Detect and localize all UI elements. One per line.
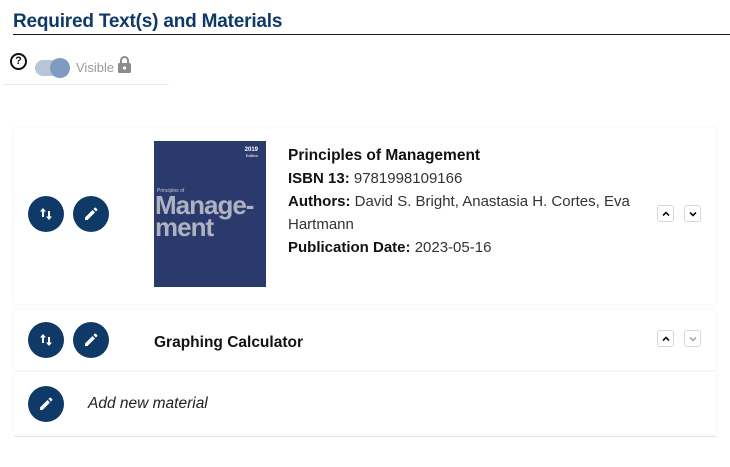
cover-title-line2: ment [155, 212, 214, 242]
move-up-button[interactable] [657, 330, 674, 347]
visible-label: Visible [76, 60, 115, 75]
reorder-button[interactable] [28, 196, 64, 232]
reorder-button[interactable] [28, 322, 64, 358]
bottom-divider [14, 436, 716, 437]
chevron-down-icon [688, 336, 697, 342]
title-divider [13, 34, 730, 35]
swap-vertical-icon [40, 334, 52, 346]
cover-edition: Edition [245, 153, 258, 158]
isbn-value: 9781998109166 [353, 170, 463, 187]
chevron-down-icon [688, 211, 697, 217]
edit-button[interactable] [73, 196, 109, 232]
pencil-icon [85, 333, 98, 346]
chevron-up-icon [661, 210, 670, 216]
move-up-button[interactable] [657, 205, 674, 222]
swap-vertical-icon [40, 208, 52, 220]
book-details: Principles of Management ISBN 13: 978199… [288, 144, 633, 259]
pubdate-label: Publication Date: [288, 239, 411, 256]
add-material-button[interactable] [28, 386, 64, 422]
book-title: Principles of Management [288, 147, 481, 164]
isbn-row: ISBN 13: 9781998109166 [288, 167, 633, 190]
chevron-up-icon [661, 335, 670, 341]
book-cover-image: 2019 Edition Principles of Manage- ment [154, 141, 266, 287]
add-material-label[interactable]: Add new material [88, 395, 208, 413]
isbn-label: ISBN 13: [288, 170, 350, 187]
lock-icon [118, 56, 131, 73]
material-title: Graphing Calculator [154, 334, 303, 351]
authors-row: Authors: David S. Bright, Anastasia H. C… [288, 190, 633, 236]
pencil-icon [85, 207, 98, 220]
authors-label: Authors: [288, 193, 351, 210]
move-down-button[interactable] [684, 205, 701, 222]
visible-toggle[interactable] [35, 58, 70, 78]
pencil-icon [40, 397, 53, 410]
pubdate-value: 2023-05-16 [414, 239, 492, 256]
toggle-knob [50, 58, 70, 78]
help-icon[interactable]: ? [10, 53, 27, 70]
section-title: Required Text(s) and Materials [13, 11, 283, 32]
material-card-calculator [14, 310, 716, 370]
edit-button[interactable] [73, 322, 109, 358]
pubdate-row: Publication Date: 2023-05-16 [288, 236, 633, 259]
move-down-button[interactable] [684, 330, 701, 347]
